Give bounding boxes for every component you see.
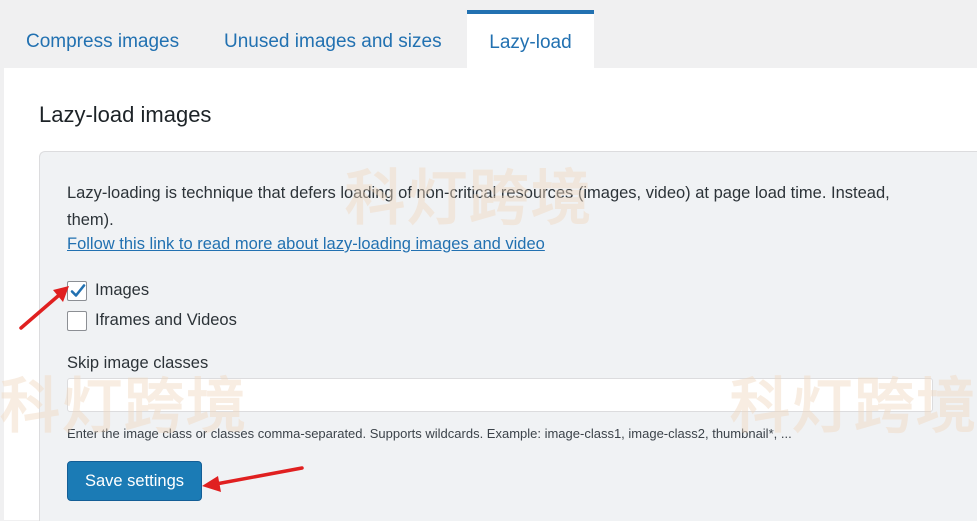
images-checkbox-label: Images [95,281,150,299]
annotation-arrow-icon [19,286,69,330]
watermark: 科灯跨境 [730,373,977,440]
tab-compress-images[interactable]: Compress images [26,12,179,68]
save-settings-button[interactable]: Save settings [67,461,202,501]
page-title: Lazy-load images [39,102,212,127]
watermark: 科灯跨境 [0,373,248,440]
annotation-arrow-icon [202,466,304,492]
lazy-loading-info-link[interactable]: Follow this link to read more about lazy… [67,235,545,254]
tab-bar: Compress images Unused images and sizes … [0,0,977,68]
tab-lazy-load[interactable]: Lazy-load [467,10,594,68]
tab-unused-images-and-sizes[interactable]: Unused images and sizes [224,12,442,68]
watermark: 科灯跨境 [345,165,593,232]
iframes-videos-checkbox-label: Iframes and Videos [95,311,237,329]
